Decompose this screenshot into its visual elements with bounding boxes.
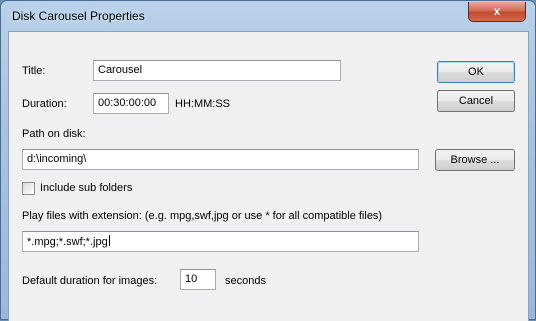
image-duration-label: Default duration for images: <box>22 275 158 287</box>
browse-button[interactable]: Browse ... <box>435 149 515 171</box>
path-input[interactable]: d:\incoming\ <box>22 149 419 170</box>
ok-button[interactable]: OK <box>437 61 515 83</box>
include-subfolders-checkbox[interactable] <box>22 182 35 195</box>
duration-input[interactable]: 00:30:00:00 <box>93 93 169 114</box>
duration-label: Duration: <box>22 98 67 110</box>
title-label: Title: <box>22 65 46 77</box>
image-duration-unit: seconds <box>225 275 266 287</box>
duration-format-label: HH:MM:SS <box>175 98 230 110</box>
include-subfolders-label[interactable]: Include sub folders <box>40 182 132 194</box>
window-title: Disk Carousel Properties <box>12 9 145 23</box>
close-button[interactable]: x <box>468 2 526 22</box>
extension-input[interactable]: *.mpg;*.swf;*.jpg <box>22 231 419 252</box>
title-bar[interactable]: Disk Carousel Properties x <box>1 1 535 33</box>
title-input[interactable]: Carousel <box>93 60 341 81</box>
close-icon: x <box>493 4 501 18</box>
dialog-window: Disk Carousel Properties x Title: Carous… <box>0 0 536 321</box>
dialog-client-area: Title: Carousel Duration: 00:30:00:00 HH… <box>8 31 529 321</box>
text-caret <box>108 235 110 246</box>
path-label: Path on disk: <box>22 128 86 140</box>
image-duration-input[interactable]: 10 <box>180 269 216 290</box>
extension-value: *.mpg;*.swf;*.jpg <box>27 236 108 248</box>
extension-label: Play files with extension: (e.g. mpg,swf… <box>22 210 383 222</box>
cancel-button[interactable]: Cancel <box>437 90 515 112</box>
